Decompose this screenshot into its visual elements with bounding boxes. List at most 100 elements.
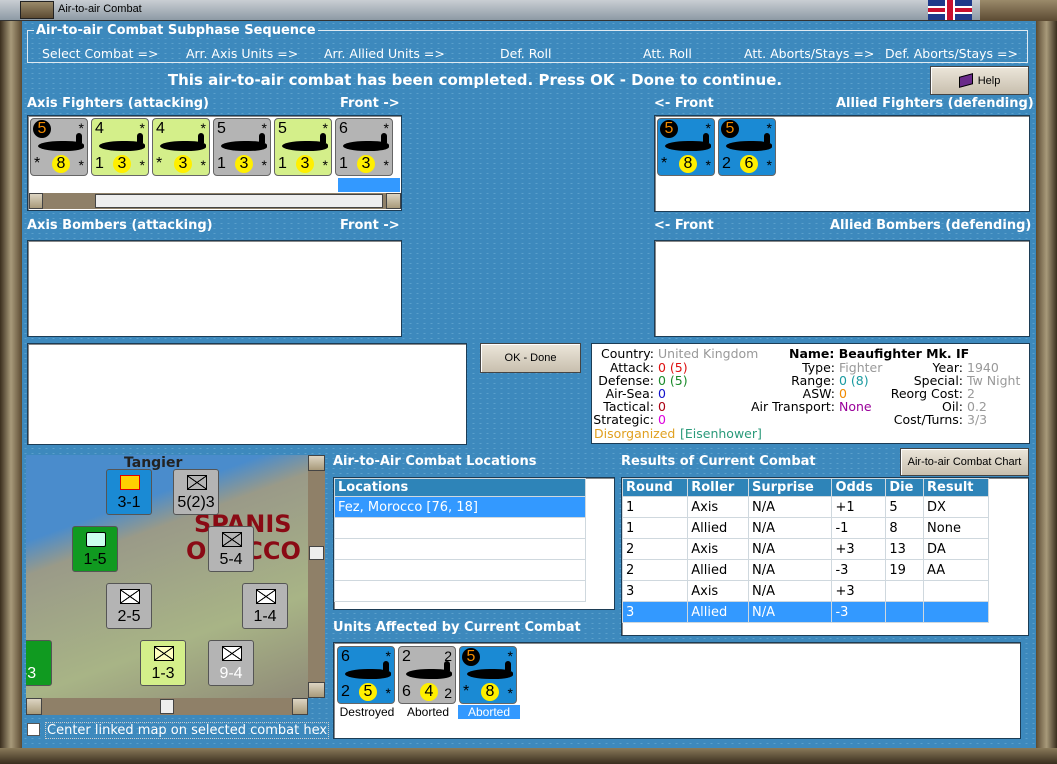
table-row[interactable]: 2 Axis N/A +3 13 DA <box>621 538 989 560</box>
axis-fighters-scrollbar[interactable] <box>29 193 401 209</box>
map-counter[interactable]: 2-5 <box>106 583 152 629</box>
scroll-up-arrow[interactable] <box>308 455 325 471</box>
center-map-checkbox[interactable] <box>27 723 40 736</box>
window-menu-button[interactable] <box>20 1 54 19</box>
table-cell: 1 <box>621 496 689 518</box>
uk-flag-icon <box>928 0 972 20</box>
locations-title: Air-to-Air Combat Locations <box>333 454 537 469</box>
strategic-value: 0 <box>658 412 666 427</box>
counter-top-left: 5 <box>217 120 226 137</box>
table-cell: 2 <box>621 538 689 560</box>
unit-counter[interactable]: 4 * 1 3 * <box>91 118 149 176</box>
unit-counter[interactable]: 5 * * 8 * <box>459 646 517 704</box>
map-vscrollbar[interactable] <box>308 455 325 698</box>
help-button[interactable]: Help <box>930 66 1029 95</box>
table-row[interactable]: 3 Allied N/A -3 <box>621 601 989 623</box>
map-hscrollbar[interactable] <box>26 698 308 715</box>
table-cell <box>923 601 989 623</box>
location-item[interactable]: Fez, Morocco [76, 18] <box>334 496 586 518</box>
unit-counter[interactable]: 4 * * 3 * <box>152 118 210 176</box>
map-counter[interactable]: 9-4 <box>208 640 254 686</box>
table-cell: 1 <box>621 517 689 539</box>
map-counter[interactable]: 5(2)3 <box>173 469 219 515</box>
counter-bottom-left: * <box>661 155 668 172</box>
affected-units-box: 6 * 2 5 * Destroyed 2 2 6 4 2 Aborted 5 * * 8 * Aborted <box>333 642 1021 739</box>
counter-strength: 3 <box>174 155 192 173</box>
special-value: Tw Night <box>967 373 1021 388</box>
counter-bottom-left: 1 <box>217 155 226 172</box>
counter-strength: 4 <box>420 683 438 701</box>
unit-counter[interactable]: 22642 <box>398 646 456 704</box>
column-header[interactable]: Roller <box>687 478 750 497</box>
title-bar: Air-to-air Combat <box>0 0 1057 21</box>
counter-bottom-left: 1 <box>95 155 104 172</box>
table-row[interactable]: 3 Axis N/A +3 <box>621 580 989 602</box>
unit-counter[interactable]: 5 * 2 6 * <box>718 118 776 176</box>
linked-map[interactable]: Tangier SPANIS OROCCO 3-1 5(2)3 1-5 5-4 … <box>26 455 308 698</box>
axis-fighters-box: 5 * * 8 * 4 * 1 3 * 4 * * 3 * 5 * 1 3 * 5 * 1 3 * 6 * 1 3 * <box>27 115 402 211</box>
locations-header[interactable]: Locations <box>334 478 586 497</box>
map-counter[interactable]: 1-4 <box>242 583 288 629</box>
scroll-thumb[interactable] <box>160 699 174 714</box>
column-header[interactable]: Odds <box>831 478 887 497</box>
country-value: United Kingdom <box>658 346 759 361</box>
column-header[interactable]: Surprise <box>748 478 833 497</box>
window-controls[interactable] <box>980 0 1057 21</box>
scroll-right-arrow[interactable] <box>292 698 308 715</box>
table-row[interactable]: 2 Allied N/A -3 19 AA <box>621 559 989 581</box>
table-cell: N/A <box>748 601 833 623</box>
map-counter[interactable]: -3 <box>26 640 52 686</box>
table-cell: +1 <box>831 496 887 518</box>
table-cell: N/A <box>748 580 833 602</box>
table-cell: None <box>923 517 989 539</box>
axis-bombers-label: Axis Bombers (attacking) <box>27 218 213 233</box>
table-row[interactable]: 1 Axis N/A +1 5 DX <box>621 496 989 518</box>
column-header[interactable]: Result <box>923 478 989 497</box>
axis-fighters-label: Axis Fighters (attacking) <box>27 96 209 111</box>
table-cell: Allied <box>687 517 750 539</box>
scroll-right-arrow[interactable] <box>386 193 401 209</box>
table-row[interactable]: 1 Allied N/A -1 8 None <box>621 517 989 539</box>
counter-top-left: 2 <box>402 648 411 665</box>
map-counter[interactable]: 5-4 <box>208 526 254 572</box>
counter-bottom-right: * <box>322 157 328 173</box>
table-cell: 2 <box>621 559 689 581</box>
unit-counter[interactable]: 5 * * 8 * <box>657 118 715 176</box>
scroll-left-arrow[interactable] <box>29 193 43 209</box>
frame-bottom <box>0 748 1057 764</box>
column-header[interactable]: Round <box>621 478 689 497</box>
strategic-label: Strategic: <box>593 412 654 427</box>
scroll-thumb[interactable] <box>95 194 383 208</box>
help-label: Help <box>977 74 1001 87</box>
center-map-label[interactable]: Center linked map on selected combat hex <box>45 722 330 739</box>
step-def-roll: Def. Roll <box>500 46 552 61</box>
counter-bottom-left: * <box>463 683 470 700</box>
unit-counter[interactable]: 5 * 1 3 * <box>213 118 271 176</box>
counter-strength: 3 <box>113 155 131 173</box>
map-counter[interactable]: 3-1 <box>106 469 152 515</box>
scroll-thumb[interactable] <box>309 546 324 560</box>
table-cell: N/A <box>748 538 833 560</box>
ok-done-button[interactable]: OK - Done <box>480 343 581 373</box>
locations-table: Locations Fez, Morocco [76, 18] <box>334 478 586 602</box>
unit-status-label: Destroyed <box>339 705 395 719</box>
plane-icon <box>406 661 452 679</box>
counter-bottom-left: * <box>34 155 41 172</box>
scroll-left-arrow[interactable] <box>26 698 42 715</box>
map-counter[interactable]: 1-5 <box>72 526 118 572</box>
scroll-down-arrow[interactable] <box>308 682 325 698</box>
table-cell: DA <box>923 538 989 560</box>
table-cell: AA <box>923 559 989 581</box>
unit-counter[interactable]: 5 * * 8 * <box>30 118 88 176</box>
table-cell: 3 <box>621 580 689 602</box>
column-header[interactable]: Die <box>885 478 925 497</box>
table-cell: -1 <box>831 517 887 539</box>
unit-counter[interactable]: 5 * 1 3 * <box>274 118 332 176</box>
unit-counter[interactable]: 6 * 1 3 * <box>335 118 393 176</box>
counter-bottom-left: 1 <box>278 155 287 172</box>
map-counter[interactable]: 1-3 <box>140 640 186 686</box>
combat-chart-button[interactable]: Air-to-air Combat Chart <box>900 448 1029 476</box>
unit-status-label: Aborted <box>458 705 520 719</box>
table-cell: DX <box>923 496 989 518</box>
unit-counter[interactable]: 6 * 2 5 * <box>337 646 395 704</box>
